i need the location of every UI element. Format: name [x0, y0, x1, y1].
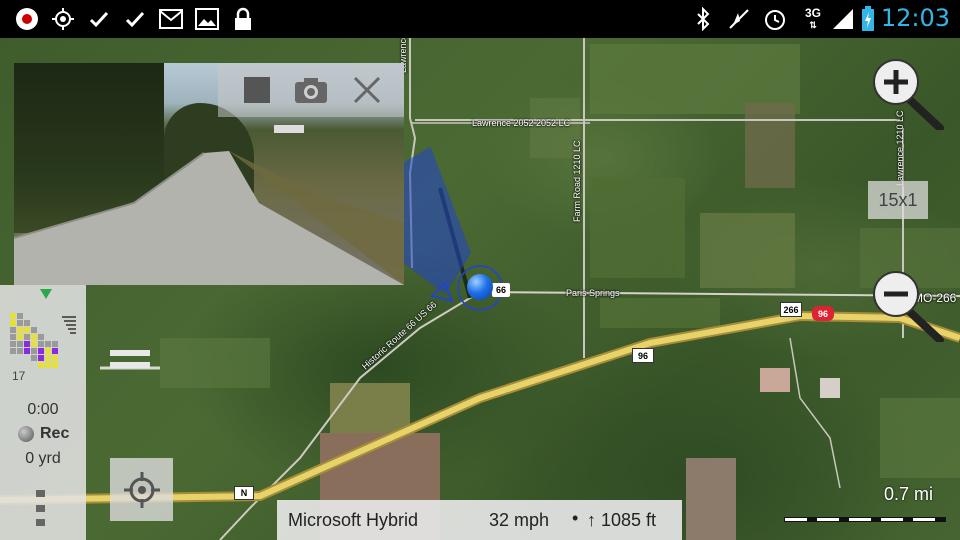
stop-button[interactable]: [232, 63, 282, 117]
route-96-shield-red: 96: [812, 306, 834, 321]
track-grid-cell: [52, 348, 58, 354]
scale-bar: [784, 517, 946, 522]
speed: 32 mph: [489, 510, 550, 530]
track-grid-cell: [10, 320, 16, 326]
track-grid-cell: [45, 362, 51, 368]
road-label-lawrence: Lawrence 2052 2052 LC: [472, 118, 571, 128]
track-grid-cell: [45, 348, 51, 354]
track-grid-cell: [17, 320, 23, 326]
clock-time: 12:03: [880, 4, 950, 32]
bluetooth-icon: [690, 6, 716, 32]
camera-controls: [218, 63, 404, 117]
zoom-in-icon: [873, 59, 944, 132]
alarm-icon: [762, 6, 788, 32]
lock-icon: [230, 6, 256, 32]
my-location-button[interactable]: [110, 458, 173, 521]
stop-icon: [244, 77, 270, 103]
track-grid-cell: [17, 334, 23, 340]
elapsed-time: 0:00: [27, 401, 59, 418]
gallery-icon: [194, 6, 220, 32]
app-screen: 3G ⇅ 12:03 Lawrence 2052 2052 LC Farm Ro…: [0, 0, 960, 540]
track-grid-cell: [24, 348, 30, 354]
zoom-in-button[interactable]: [868, 58, 944, 132]
route-266-shield: 266: [780, 302, 802, 317]
record-label: Rec: [40, 425, 70, 442]
record-button[interactable]: Rec: [18, 425, 69, 443]
camera-icon: [295, 78, 327, 103]
snapshot-button[interactable]: [286, 63, 336, 117]
track-grid-cell: [38, 355, 44, 361]
track-grid-cell: [24, 320, 30, 326]
track-grid-cell: [24, 341, 30, 347]
status-bar: 3G ⇅ 12:03: [0, 0, 960, 38]
route-66-shield: 66: [492, 283, 510, 297]
info-bar[interactable]: Microsoft Hybrid 32 mph • ↑ 1085 ft: [277, 500, 682, 540]
menu-dot-icon: [36, 490, 45, 497]
menu-button[interactable]: [36, 490, 48, 526]
zoom-out-button[interactable]: [868, 270, 944, 344]
network-3g-icon: 3G ⇅: [804, 6, 821, 30]
track-grid-cell: [52, 341, 58, 347]
track-grid-cell: [38, 362, 44, 368]
track-grid-cell: [17, 327, 23, 333]
track-grid-cell: [17, 341, 23, 347]
check-icon: [122, 6, 148, 32]
track-grid-cell: [17, 348, 23, 354]
point-count: 17: [12, 369, 26, 383]
distance: 0 yrd: [25, 450, 61, 467]
track-grid-cell: [24, 334, 30, 340]
scale-label: 0.7 mi: [884, 484, 934, 504]
gps-target-icon: [50, 6, 76, 32]
route-n-shield: N: [234, 486, 254, 500]
track-grid-cell: [31, 355, 37, 361]
battery-charging-icon: [860, 6, 876, 32]
track-grid-cell: [31, 334, 37, 340]
track-grid-cell: [10, 341, 16, 347]
track-grid-cell: [38, 341, 44, 347]
track-grid-cell: [31, 327, 37, 333]
track-grid-icon: [10, 313, 76, 368]
track-grid-cell: [31, 341, 37, 347]
record-dot-icon: [18, 426, 34, 442]
track-grid-cell: [10, 327, 16, 333]
track-grid-cell: [31, 348, 37, 354]
track-grid-cell: [45, 341, 51, 347]
track-grid-cell: [45, 355, 51, 361]
mute-icon: [726, 6, 752, 32]
track-grid-cell: [17, 313, 23, 319]
altitude: ↑ 1085 ft: [587, 510, 657, 530]
crosshair-icon: [123, 471, 160, 508]
close-icon: [353, 76, 381, 104]
track-grid-cell: [10, 313, 16, 319]
separator: •: [572, 508, 579, 528]
gmail-icon: [158, 6, 184, 32]
current-location-marker: [467, 274, 493, 300]
track-grid-cell: [10, 334, 16, 340]
check-icon: [86, 6, 112, 32]
recorder-panel: 17 0:00 Rec 0 yrd: [0, 285, 86, 540]
map-source: Microsoft Hybrid: [288, 510, 419, 530]
menu-dot-icon: [36, 519, 45, 526]
close-video-button[interactable]: [342, 63, 392, 117]
track-grid-cell: [24, 327, 30, 333]
record-icon: [14, 6, 40, 32]
north-arrow-icon: [40, 289, 52, 299]
place-label-paris-springs: Paris Springs: [566, 288, 620, 298]
track-grid-cell: [52, 355, 58, 361]
road-label-farm: Farm Road 1210 LC: [572, 140, 582, 222]
track-grid-cell: [10, 348, 16, 354]
route-96-shield: 96: [632, 348, 654, 363]
zoom-out-icon: [873, 271, 944, 344]
track-grid-cell: [52, 362, 58, 368]
menu-dot-icon: [36, 504, 45, 512]
track-grid-cell: [38, 348, 44, 354]
zoom-level: 15x1: [868, 181, 928, 219]
network-label: 3G: [804, 6, 821, 20]
signal-icon: [830, 6, 856, 32]
track-grid-cell: [38, 334, 44, 340]
